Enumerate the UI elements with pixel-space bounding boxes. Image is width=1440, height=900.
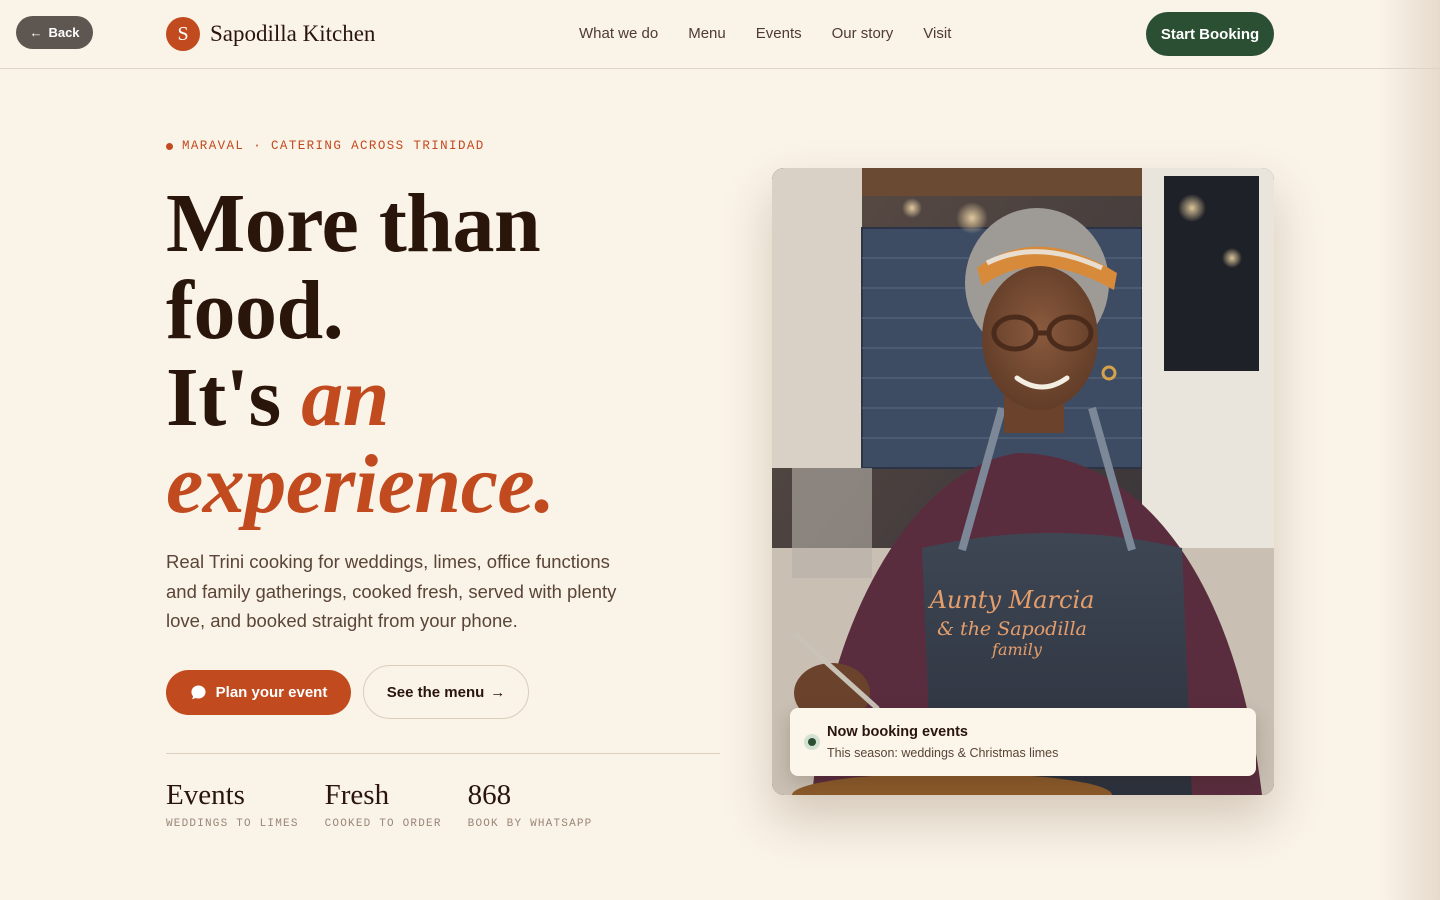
apron-text-line-1: Aunty Marcia — [928, 586, 1095, 614]
plan-event-label: Plan your event — [215, 684, 328, 701]
headline-accent-1: an — [301, 351, 389, 444]
stats-divider — [166, 753, 720, 754]
eyebrow-text: MARAVAL · CATERING ACROSS TRINIDAD — [182, 139, 485, 153]
see-menu-button[interactable]: See the menu → — [363, 665, 529, 719]
status-title: Now booking events — [827, 724, 968, 740]
brand-name: Sapodilla Kitchen — [210, 21, 376, 46]
headline-accent-2: experience. — [166, 438, 555, 531]
nav-link-events[interactable]: Events — [756, 25, 802, 42]
start-booking-button[interactable]: Start Booking — [1146, 12, 1274, 56]
brand-mark: S — [166, 17, 200, 51]
stat-label: WEDDINGS TO LIMES — [166, 818, 299, 830]
eyebrow-dot-icon — [166, 142, 173, 150]
arrow-left-icon: ← — [29, 25, 43, 40]
plan-event-button[interactable]: Plan your event — [166, 670, 351, 715]
page-edge-fade — [1380, 0, 1440, 900]
nav-link-visit[interactable]: Visit — [923, 25, 951, 42]
headline-line-3: It's — [166, 351, 302, 444]
main-nav: What we do Menu Events Our story Visit — [579, 25, 951, 42]
brand-logo[interactable]: S Sapodilla Kitchen — [166, 17, 375, 51]
hero-eyebrow: MARAVAL · CATERING ACROSS TRINIDAD — [166, 139, 485, 153]
booking-status-card: Now booking events This season: weddings… — [790, 708, 1256, 776]
back-button-label: Back — [48, 25, 80, 40]
hero-description: Real Trini cooking for weddings, limes, … — [166, 551, 617, 631]
chat-bubble-icon — [191, 685, 206, 700]
arrow-right-icon: → — [490, 683, 506, 701]
hero-headline: More than food. It's an experience. — [166, 180, 766, 528]
stat-phone-code: 868 BOOK BY WHATSAPP — [468, 778, 593, 830]
stat-value: 868 — [467, 779, 512, 811]
status-subtitle: This season: weddings & Christmas limes — [827, 746, 1059, 760]
apron-text-line-3: family — [991, 640, 1043, 659]
apron-text-line-2: & the Sapodilla — [937, 618, 1087, 640]
stat-value: Events — [166, 779, 245, 811]
stat-fresh: Fresh COOKED TO ORDER — [325, 778, 442, 830]
stat-value: Fresh — [324, 779, 390, 811]
chef-portrait-illustration: Aunty Marcia & the Sapodilla family — [772, 168, 1274, 795]
stats-row: Events WEDDINGS TO LIMES Fresh COOKED TO… — [166, 778, 592, 830]
hero-photo: Aunty Marcia & the Sapodilla family — [772, 168, 1274, 795]
nav-link-what-we-do[interactable]: What we do — [579, 25, 658, 42]
status-dot-icon — [804, 734, 820, 750]
nav-link-our-story[interactable]: Our story — [832, 25, 894, 42]
top-navigation-bar: ← Back S Sapodilla Kitchen What we do Me… — [0, 0, 1440, 69]
headline-line-2: food. — [166, 264, 344, 357]
back-button[interactable]: ← Back — [16, 16, 93, 49]
stat-label: BOOK BY WHATSAPP — [467, 818, 593, 830]
headline-line-1: More than — [166, 177, 541, 270]
see-menu-label: See the menu — [386, 683, 485, 701]
nav-link-menu[interactable]: Menu — [688, 25, 726, 42]
stat-label: COOKED TO ORDER — [324, 818, 442, 830]
stat-events: Events WEDDINGS TO LIMES — [166, 778, 299, 830]
